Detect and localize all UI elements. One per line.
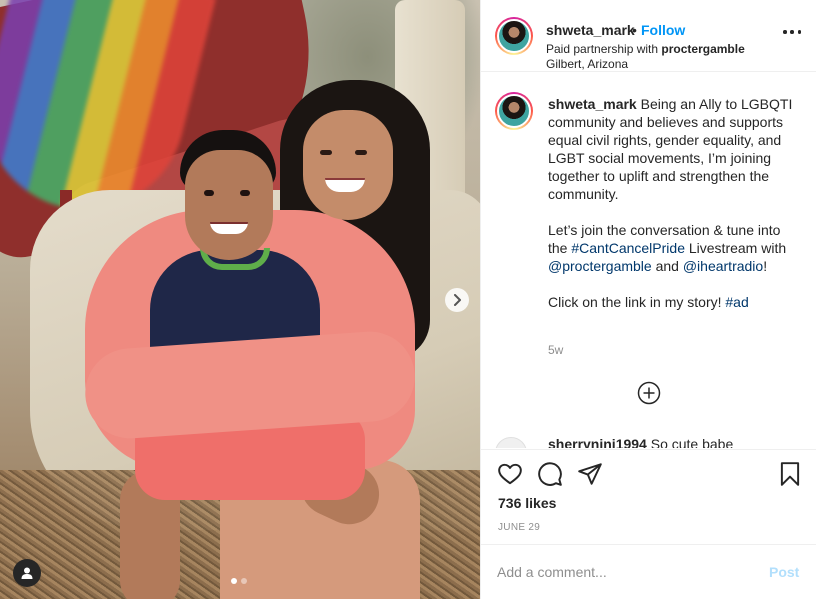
comment-input[interactable] [497, 561, 747, 583]
save-button[interactable] [777, 461, 803, 487]
carousel-indicator [231, 578, 247, 584]
partner-link[interactable]: proctergamble [661, 42, 744, 56]
carousel-next-button[interactable] [445, 288, 469, 312]
carousel-dot-active [231, 578, 237, 584]
post-comment-button[interactable]: Post [769, 564, 799, 580]
carousel-dot [241, 578, 247, 584]
post-caption: shweta_mark Being an Ally to LGBQTI comm… [548, 95, 798, 329]
hashtag-link[interactable]: #ad [725, 294, 748, 310]
post-date[interactable]: JUNE 29 [498, 522, 540, 533]
caption-text: Livestream with [688, 240, 787, 256]
caption-paragraph: Click on the link in my story! #ad [548, 293, 798, 311]
follow-button[interactable]: Follow [641, 22, 685, 38]
woman-eye [320, 150, 332, 155]
hashtag-link[interactable]: #CantCancelPride [571, 240, 685, 256]
paper-plane-icon [578, 463, 602, 485]
comments-section[interactable]: shweta_mark Being an Ally to LGBQTI comm… [481, 73, 816, 448]
add-comment-form: Post [481, 544, 816, 599]
heart-icon [498, 463, 522, 485]
more-options-icon [790, 30, 794, 34]
user-tag-icon [21, 567, 33, 579]
location-link[interactable]: Gilbert, Arizona [546, 57, 628, 71]
more-options-icon [783, 30, 787, 34]
caption-text: ! [763, 258, 768, 274]
more-options-button[interactable] [783, 30, 801, 36]
load-more-comments-button[interactable] [637, 381, 661, 405]
boy-face [185, 150, 273, 260]
caption-paragraph: Let’s join the conversation & tune into … [548, 221, 798, 275]
plus-circle-icon [637, 381, 661, 405]
avatar-image [497, 94, 531, 128]
caption-avatar[interactable] [495, 92, 533, 130]
chevron-right-icon [454, 294, 461, 306]
post-side-panel: shweta_mark • Follow Paid partnership wi… [480, 0, 816, 599]
woman-eye [355, 150, 367, 155]
caption-paragraph: shweta_mark Being an Ally to LGBQTI comm… [548, 95, 798, 203]
mention-link[interactable]: @iheartradio [683, 258, 763, 274]
comment-username-link[interactable]: sherryninj1994 [548, 436, 647, 448]
avatar-image [497, 19, 531, 53]
caption-username-link[interactable]: shweta_mark [548, 96, 637, 112]
boy-eye [204, 190, 214, 196]
avatar[interactable] [495, 17, 533, 55]
post-photo[interactable] [0, 0, 480, 599]
comment-icon [538, 462, 562, 486]
comment-item: sherryninj1994 So cute babe [495, 434, 815, 448]
paid-partnership-label: Paid partnership with proctergamble [546, 42, 745, 56]
avatar[interactable] [495, 437, 527, 448]
caption-timestamp[interactable]: 5w [548, 343, 563, 357]
post-username-link[interactable]: shweta_mark [546, 22, 635, 38]
tagged-users-button[interactable] [13, 559, 41, 587]
woman-face [303, 110, 393, 220]
bookmark-icon [780, 462, 800, 486]
comment-body: So cute babe [650, 436, 734, 448]
post-actions: 736 likes JUNE 29 [481, 449, 816, 544]
paid-partnership-prefix: Paid partnership with [546, 42, 659, 56]
comment-text: sherryninj1994 So cute babe [548, 436, 733, 448]
post-header: shweta_mark • Follow Paid partnership wi… [481, 0, 816, 72]
mention-link[interactable]: @proctergamble [548, 258, 652, 274]
boy-smile [210, 222, 248, 234]
comment-button[interactable] [537, 461, 563, 487]
boy-eye [240, 190, 250, 196]
like-button[interactable] [497, 461, 523, 487]
more-options-icon [797, 30, 801, 34]
caption-text: Click on the link in my story! [548, 294, 722, 310]
separator-dot: • [632, 22, 637, 38]
share-button[interactable] [577, 461, 603, 487]
caption-text: and [655, 258, 679, 274]
likes-count[interactable]: 736 likes [498, 495, 556, 511]
